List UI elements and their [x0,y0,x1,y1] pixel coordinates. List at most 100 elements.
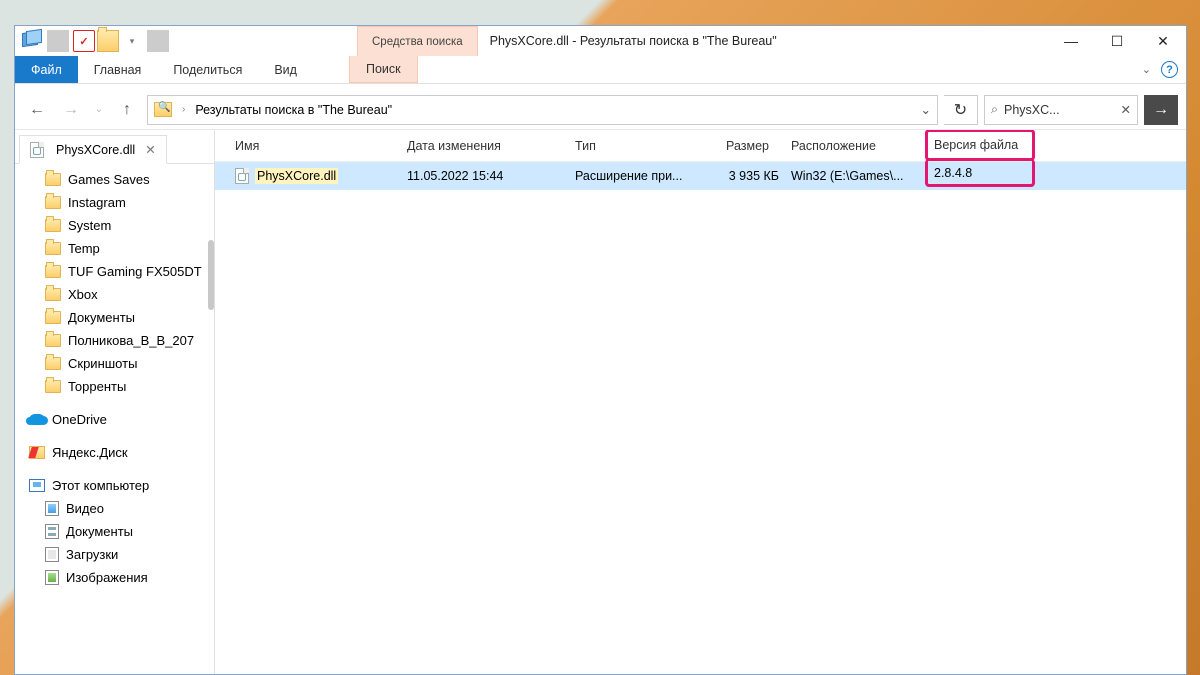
tree-label: Temp [68,241,100,256]
file-type: Расширение при... [569,169,705,183]
separator [147,30,169,52]
tree-label: Документы [66,524,133,539]
sidebar-tabstrip: PhysXCore.dll ✕ [15,134,214,164]
tree-lib-documents[interactable]: Документы [15,520,214,543]
col-type[interactable]: Тип [569,139,705,153]
close-button[interactable]: ✕ [1140,26,1186,56]
tree-label: TUF Gaming FX505DT [68,264,202,279]
chevron-right-icon[interactable]: › [180,104,187,115]
tree-lib-downloads[interactable]: Загрузки [15,543,214,566]
col-location[interactable]: Расположение [785,139,925,153]
downloads-icon [45,547,59,562]
documents-icon [45,524,59,539]
address-dropdown-icon[interactable]: ⌄ [921,102,931,117]
this-pc-icon [29,479,45,492]
help-icon[interactable]: ? [1161,61,1178,78]
refresh-button[interactable]: ↻ [944,95,978,125]
ribbon-expand-icon[interactable]: ⌄ [1142,63,1151,76]
address-folder-icon [154,102,172,117]
qa-properties-icon[interactable]: ✓ [73,30,95,52]
tree-folder[interactable]: Полникова_В_В_207 [15,329,214,352]
qa-dropdown-icon[interactable]: ▾ [121,30,143,52]
ribbon-tab-file[interactable]: Файл [15,56,78,83]
tree-folder[interactable]: TUF Gaming FX505DT [15,260,214,283]
qa-newfolder-icon[interactable] [97,30,119,52]
tree-lib-pictures[interactable]: Изображения [15,566,214,589]
navigation-pane: PhysXCore.dll ✕ Games Saves Instagram Sy… [15,130,215,674]
dll-file-icon [235,168,249,184]
dll-file-icon [30,142,44,158]
search-tools-tab-header: Средства поиска [357,26,478,56]
tree-folder[interactable]: Temp [15,237,214,260]
folder-icon [45,288,61,301]
tree-label: Документы [68,310,135,325]
tree-label: Яндекс.Диск [52,445,128,460]
ribbon-tab-view[interactable]: Вид [258,56,313,83]
tree-folder[interactable]: Instagram [15,191,214,214]
maximize-button[interactable]: ☐ [1094,26,1140,56]
file-name: PhysXCore.dll [255,168,338,184]
ribbon-tab-share[interactable]: Поделиться [157,56,258,83]
file-version-highlighted: 2.8.4.8 [925,159,1035,187]
app-icon [21,30,43,52]
folder-icon [45,334,61,347]
search-icon: ⌕ [991,102,998,117]
tree-label: OneDrive [52,412,107,427]
search-box[interactable]: ⌕ PhysXC... ✕ [984,95,1138,125]
search-text: PhysXC... [1004,103,1060,117]
ribbon-tab-home[interactable]: Главная [78,56,158,83]
folder-icon [45,242,61,255]
tree-folder[interactable]: Скриншоты [15,352,214,375]
tree-folder[interactable]: Xbox [15,283,214,306]
ribbon: Файл Главная Поделиться Вид Поиск ⌄ ? [15,56,1186,84]
content-pane: Имя Дата изменения Тип Размер Расположен… [215,130,1186,674]
tree-yandex-disk[interactable]: Яндекс.Диск [15,441,214,464]
nav-history-dropdown[interactable]: ⌄ [91,96,107,124]
folder-icon [45,357,61,370]
ribbon-tab-search[interactable]: Поиск [349,56,418,83]
file-location: Win32 (E:\Games\... [785,169,925,183]
folder-icon [45,196,61,209]
tree-label: Instagram [68,195,126,210]
file-row[interactable]: PhysXCore.dll 11.05.2022 15:44 Расширени… [215,162,1186,190]
tree-folder[interactable]: Торренты [15,375,214,398]
tree-label: Xbox [68,287,98,302]
column-headers: Имя Дата изменения Тип Размер Расположен… [215,130,1186,162]
tree-lib-videos[interactable]: Видео [15,497,214,520]
tree-folder[interactable]: Games Saves [15,168,214,191]
tab-close-icon[interactable]: ✕ [145,142,155,157]
tree-label: Изображения [66,570,148,585]
search-go-button[interactable]: → [1144,95,1178,125]
nav-back-button[interactable]: ← [23,96,51,124]
col-name[interactable]: Имя [229,139,401,153]
folder-tree: Games Saves Instagram System Temp TUF Ga… [15,164,214,605]
file-size: 3 935 КБ [705,169,785,183]
col-size[interactable]: Размер [705,139,785,153]
col-version[interactable]: Версия файла [925,130,1035,161]
yandex-disk-icon [29,446,45,459]
address-path[interactable]: Результаты поиска в "The Bureau" [195,103,392,117]
videos-icon [45,501,59,516]
tree-onedrive[interactable]: OneDrive [15,408,214,431]
tree-label: Скриншоты [68,356,137,371]
tree-label: Загрузки [66,547,118,562]
tree-folder[interactable]: Документы [15,306,214,329]
search-clear-icon[interactable]: ✕ [1121,102,1131,117]
tree-this-pc[interactable]: Этот компьютер [15,474,214,497]
tree-folder[interactable]: System [15,214,214,237]
folder-icon [45,173,61,186]
nav-forward-button[interactable]: → [57,96,85,124]
sidebar-tab-current[interactable]: PhysXCore.dll ✕ [19,135,167,164]
title-bar: ✓ ▾ Средства поиска PhysXCore.dll - Резу… [15,26,1186,56]
tree-label: Торренты [68,379,126,394]
nav-up-button[interactable]: ↑ [113,96,141,124]
tree-label: Games Saves [68,172,150,187]
folder-icon [45,265,61,278]
minimize-button[interactable]: — [1048,26,1094,56]
tree-label: Полникова_В_В_207 [68,333,194,348]
col-date[interactable]: Дата изменения [401,139,569,153]
address-bar[interactable]: › Результаты поиска в "The Bureau" ⌄ [147,95,938,125]
tree-label: System [68,218,111,233]
separator [47,30,69,52]
explorer-window: ✓ ▾ Средства поиска PhysXCore.dll - Резу… [14,25,1187,675]
